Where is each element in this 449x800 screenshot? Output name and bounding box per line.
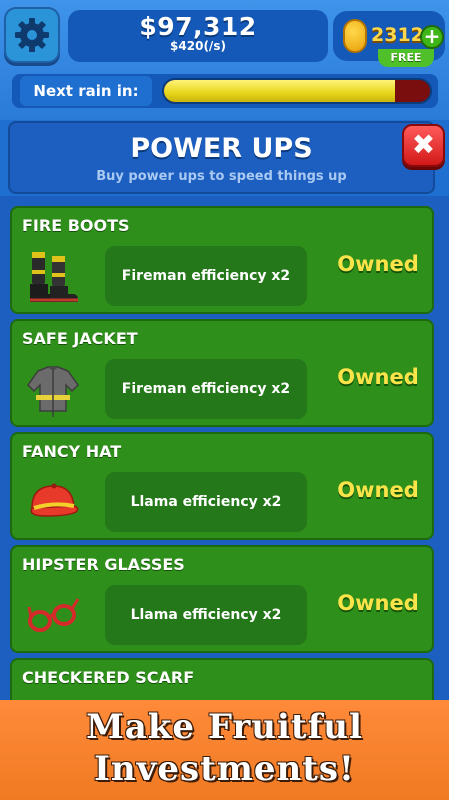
power-up-effect: Llama efficiency x2 [105, 472, 307, 532]
top-bar: $97,312 $420(/s) 2312 + FREE Next rain i… [0, 0, 449, 120]
money-amount: $97,312 [139, 12, 257, 41]
panel-subtitle: Buy power ups to speed things up [96, 169, 347, 184]
power-up-name: FIRE BOOTS [22, 216, 130, 235]
power-ups-header: POWER UPS Buy power ups to speed things … [8, 121, 435, 194]
owned-status: Owned [337, 252, 419, 276]
panel-title: POWER UPS [130, 133, 313, 164]
add-coins-button[interactable]: + [420, 25, 444, 49]
gear-icon [15, 18, 49, 52]
power-up-effect: Llama efficiency x2 [105, 585, 307, 645]
power-up-card[interactable]: HIPSTER GLASSES Llama efficiency x2 Owne… [10, 545, 434, 653]
rain-progress-fill [164, 80, 396, 102]
power-up-card[interactable]: SAFE JACKET Fireman efficiency x2 Owned [10, 319, 434, 427]
rain-label: Next rain in: [20, 76, 152, 106]
promo-line-1: Make Fruitful [86, 707, 363, 747]
money-display: $97,312 $420(/s) [68, 10, 328, 62]
owned-status: Owned [337, 591, 419, 615]
coin-count: 2312 [371, 24, 424, 46]
free-badge[interactable]: FREE [378, 49, 434, 67]
fire-boots-icon [30, 252, 78, 302]
power-up-name: CHECKERED SCARF [22, 668, 195, 687]
promo-line-2: Investments! [94, 749, 355, 789]
safe-jacket-icon [27, 366, 79, 417]
power-up-effect: Fireman efficiency x2 [105, 246, 307, 306]
power-up-name: HIPSTER GLASSES [22, 555, 185, 574]
owned-status: Owned [337, 365, 419, 389]
power-up-card[interactable]: CHECKERED SCARF [10, 658, 434, 700]
power-up-name: SAFE JACKET [22, 329, 138, 348]
power-up-card[interactable]: FANCY HAT Llama efficiency x2 Owned [10, 432, 434, 540]
coin-icon [343, 19, 367, 53]
promo-banner: Make Fruitful Investments! [0, 700, 449, 800]
fancy-hat-icon [30, 483, 79, 517]
settings-button[interactable] [4, 7, 60, 63]
owned-status: Owned [337, 478, 419, 502]
hipster-glasses-icon [27, 598, 80, 632]
power-up-name: FANCY HAT [22, 442, 122, 461]
power-ups-list[interactable]: FIRE BOOTS Fireman efficiency x2 Owned S… [0, 196, 449, 700]
rain-progress-bar [162, 78, 432, 104]
money-rate: $420(/s) [170, 39, 226, 53]
close-button[interactable]: ✖ [402, 124, 445, 167]
power-up-effect: Fireman efficiency x2 [105, 359, 307, 419]
power-up-card[interactable]: FIRE BOOTS Fireman efficiency x2 Owned [10, 206, 434, 314]
rain-timer: Next rain in: [12, 74, 438, 108]
